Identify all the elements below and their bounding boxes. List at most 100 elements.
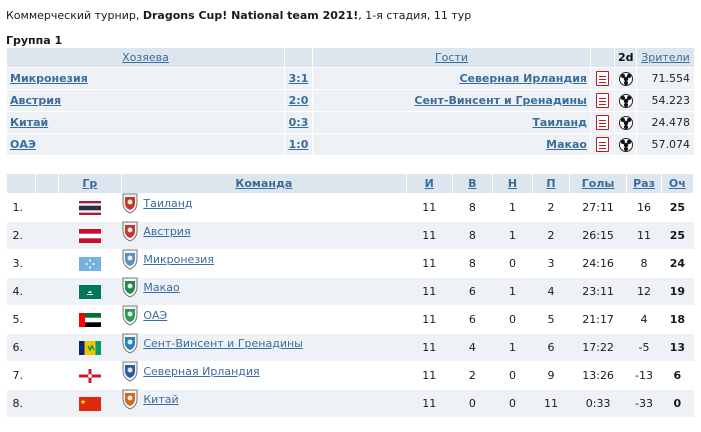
team-cell[interactable]: Австрия: [121, 221, 407, 250]
home-team-link[interactable]: ОАЭ: [10, 138, 36, 151]
match-report-icon[interactable]: [596, 93, 609, 108]
score-cell[interactable]: 2:0: [284, 89, 313, 112]
guest-team-link[interactable]: Таиланд: [532, 116, 587, 129]
team-emblem-icon: [122, 389, 138, 410]
blank-cell: [35, 305, 59, 334]
points-column-header[interactable]: Оч: [660, 173, 695, 194]
home-team-cell[interactable]: ОАЭ: [6, 133, 285, 156]
guest-team-link[interactable]: Сент-Винсент и Гренадины: [414, 94, 587, 107]
home-team-link[interactable]: Китай: [10, 116, 48, 129]
team-column-header[interactable]: Команда: [120, 173, 407, 194]
group-header-link[interactable]: Гр: [82, 177, 97, 190]
2d-cell[interactable]: [614, 67, 637, 90]
2d-cell[interactable]: [614, 111, 637, 134]
score-cell[interactable]: 1:0: [284, 133, 313, 156]
draws-header-link[interactable]: Н: [508, 177, 517, 190]
wins-header-link[interactable]: В: [468, 177, 476, 190]
standings-header-row: Гр Команда И В Н П Голы Раз Оч: [6, 173, 695, 194]
guest-team-cell[interactable]: Макао: [312, 133, 591, 156]
games-column-header[interactable]: И: [405, 173, 453, 194]
team-header-link[interactable]: Команда: [235, 177, 292, 190]
team-link[interactable]: Микронезия: [143, 253, 214, 266]
wins-cell: 8: [452, 221, 493, 250]
protocol-column-header: [590, 47, 615, 68]
flag-cell: [58, 221, 122, 250]
points-cell: 13: [661, 333, 694, 362]
home-team-cell[interactable]: Китай: [6, 111, 285, 134]
team-link[interactable]: ОАЭ: [143, 309, 167, 322]
wins-column-header[interactable]: В: [451, 173, 493, 194]
home-column-header[interactable]: Хозяева: [6, 47, 285, 68]
home-header-link[interactable]: Хозяева: [122, 51, 169, 64]
guests-header-link[interactable]: Гости: [435, 51, 468, 64]
team-link[interactable]: Австрия: [143, 225, 190, 238]
guest-team-cell[interactable]: Северная Ирландия: [312, 67, 591, 90]
diff-column-header[interactable]: Раз: [626, 173, 662, 194]
soccer-ball-icon[interactable]: [618, 93, 633, 108]
standings-row: 2. Австрия 11 8 1 2 26:15 11 25: [6, 221, 694, 250]
score-link[interactable]: 0:3: [289, 116, 309, 129]
points-cell: 25: [661, 193, 694, 222]
blank-cell: [35, 249, 59, 278]
soccer-ball-icon[interactable]: [618, 137, 633, 152]
score-link[interactable]: 2:0: [289, 94, 309, 107]
position-cell: 5.: [6, 305, 36, 334]
standings-row: 5. ОАЭ 11 6 0 5 21:17 4 18: [6, 305, 694, 334]
team-link[interactable]: Сент-Винсент и Гренадины: [143, 337, 302, 350]
goals-header-link[interactable]: Голы: [582, 177, 615, 190]
score-link[interactable]: 3:1: [289, 72, 309, 85]
games-cell: 11: [406, 333, 453, 362]
losses-column-header[interactable]: П: [532, 173, 570, 194]
protocol-cell[interactable]: [590, 111, 615, 134]
score-link[interactable]: 1:0: [289, 138, 309, 151]
diff-header-link[interactable]: Раз: [633, 177, 655, 190]
home-team-link[interactable]: Микронезия: [10, 72, 88, 85]
match-report-icon[interactable]: [596, 71, 609, 86]
spectators-header-link[interactable]: Зрители: [641, 51, 690, 64]
protocol-cell[interactable]: [590, 89, 615, 112]
team-link[interactable]: Макао: [143, 281, 179, 294]
guest-team-cell[interactable]: Таиланд: [312, 111, 591, 134]
points-header-link[interactable]: Оч: [669, 177, 686, 190]
guest-team-link[interactable]: Макао: [546, 138, 587, 151]
score-cell[interactable]: 0:3: [284, 111, 313, 134]
header-suffix: , 1-я стадия, 11 тур: [358, 9, 472, 22]
protocol-cell[interactable]: [590, 133, 615, 156]
standings-row: 6. Сент-Винсент и Гренадины 11 4 1 6 17:22 -5 13: [6, 333, 694, 362]
team-cell[interactable]: Микронезия: [121, 249, 407, 278]
2d-cell[interactable]: [614, 89, 637, 112]
home-team-link[interactable]: Австрия: [10, 94, 61, 107]
soccer-ball-icon[interactable]: [618, 71, 633, 86]
match-report-icon[interactable]: [596, 137, 609, 152]
draws-column-header[interactable]: Н: [491, 173, 534, 194]
match-report-icon[interactable]: [596, 115, 609, 130]
2d-cell[interactable]: [614, 133, 637, 156]
team-cell[interactable]: Макао: [121, 277, 407, 306]
guest-team-cell[interactable]: Сент-Винсент и Гренадины: [312, 89, 591, 112]
team-link[interactable]: Китай: [143, 393, 178, 406]
guest-team-link[interactable]: Северная Ирландия: [459, 72, 587, 85]
games-cell: 11: [406, 277, 453, 306]
team-cell[interactable]: Северная Ирландия: [121, 361, 407, 390]
losses-header-link[interactable]: П: [546, 177, 555, 190]
games-cell: 11: [406, 305, 453, 334]
guests-column-header[interactable]: Гости: [312, 47, 591, 68]
team-cell[interactable]: Таиланд: [121, 193, 407, 222]
spectators-column-header[interactable]: Зрители: [636, 47, 695, 68]
team-cell[interactable]: Китай: [121, 389, 407, 418]
goals-column-header[interactable]: Голы: [568, 173, 628, 194]
games-cell: 11: [406, 389, 453, 418]
group-column-header[interactable]: Гр: [57, 173, 122, 194]
home-team-cell[interactable]: Австрия: [6, 89, 285, 112]
games-header-link[interactable]: И: [425, 177, 434, 190]
home-team-cell[interactable]: Микронезия: [6, 67, 285, 90]
team-link[interactable]: Северная Ирландия: [143, 365, 259, 378]
team-cell[interactable]: Сент-Винсент и Гренадины: [121, 333, 407, 362]
protocol-cell[interactable]: [590, 67, 615, 90]
team-cell[interactable]: ОАЭ: [121, 305, 407, 334]
standings-row: 1. Таиланд 11 8 1 2 27:11 16 25: [6, 193, 694, 222]
soccer-ball-icon[interactable]: [618, 115, 633, 130]
position-cell: 3.: [6, 249, 36, 278]
score-cell[interactable]: 3:1: [284, 67, 313, 90]
team-link[interactable]: Таиланд: [143, 197, 192, 210]
